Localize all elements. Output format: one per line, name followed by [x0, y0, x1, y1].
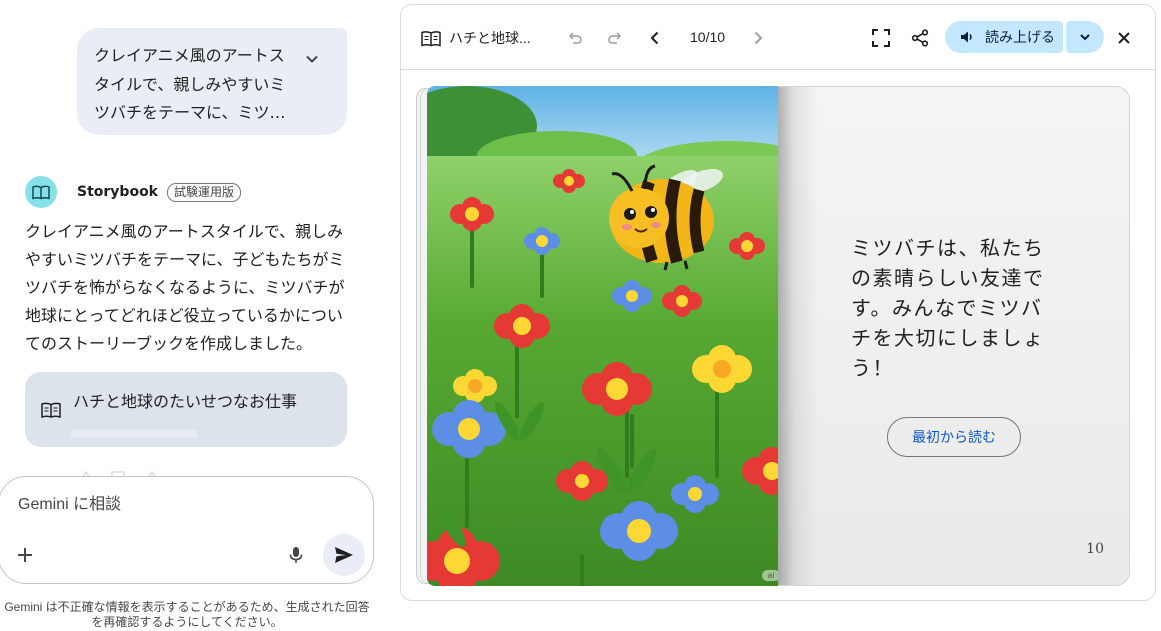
read-aloud-button[interactable]: 読み上げる [945, 21, 1063, 53]
disclaimer-text: Gemini は不正確な情報を表示することがあるため、生成された回答を再確認する… [4, 600, 370, 629]
read-aloud-label: 読み上げる [985, 30, 1055, 46]
storybook-toolbar: ハチと地球... 10/10 読み上げる [401, 5, 1155, 70]
book-icon [25, 176, 57, 208]
prompt-input-box [0, 476, 374, 584]
story-page-text: ミツバチは、私たちの素晴らしい友達です。みんなでミツバチを大切にしましょう！ [851, 236, 1045, 380]
user-message-text: クレイアニメ風のアートスタイルで、親しみやすいミツバチをテーマに、ミツ… [94, 46, 286, 122]
book-icon [421, 30, 441, 47]
chip-loading-bar [71, 430, 197, 438]
chevron-down-icon [1080, 34, 1090, 41]
model-answer-text: クレイアニメ風のアートスタイルで、親しみやすいミツバチをテーマに、子どもたちがミ… [25, 222, 345, 353]
model-header: Storybook 試験運用版 [25, 176, 242, 208]
storybook-title: ハチと地球... [449, 30, 531, 46]
experimental-badge: 試験運用版 [167, 182, 242, 202]
send-icon[interactable] [323, 534, 365, 576]
undo-icon[interactable] [564, 27, 586, 49]
book-icon [41, 401, 61, 419]
fullscreen-icon[interactable] [870, 27, 892, 49]
user-message-bubble: クレイアニメ風のアートスタイルで、親しみやすいミツバチをテーマに、ミツ… [77, 28, 347, 135]
storybook-panel: ハチと地球... 10/10 読み上げる ai ミツバチは、私たちの素晴らしい友… [400, 4, 1156, 601]
storybook-chip-title: ハチと地球のたいせつなお仕事 [73, 392, 298, 411]
text-page: ミツバチは、私たちの素晴らしい友達です。みんなでミツバチを大切にしましょう！ 最… [778, 86, 1130, 586]
page-number: 10 [1086, 541, 1104, 557]
storybook-chip[interactable]: ハチと地球のたいせつなお仕事 [25, 372, 347, 447]
chevron-left-icon[interactable] [644, 27, 666, 49]
illustration-page: ai [427, 86, 779, 586]
plus-icon[interactable] [15, 545, 35, 565]
bee-illustration [427, 86, 779, 586]
close-icon[interactable] [1113, 27, 1135, 49]
storybook-spread: ai ミツバチは、私たちの素晴らしい友達です。みんなでミツバチを大切にしましょう… [416, 86, 1130, 586]
ai-generated-badge: ai [762, 570, 779, 581]
mic-icon[interactable] [287, 545, 305, 565]
chevron-down-icon[interactable] [303, 50, 321, 68]
chevron-right-icon[interactable] [747, 27, 769, 49]
share-icon[interactable] [909, 27, 931, 49]
read-aloud-options-button[interactable] [1066, 21, 1104, 53]
app-root: クレイアニメ風のアートスタイルで、親しみやすいミツバチをテーマに、ミツ… Sto… [0, 0, 1161, 631]
model-name: Storybook [77, 184, 158, 200]
redo-icon[interactable] [604, 27, 626, 49]
prompt-input[interactable] [18, 494, 318, 516]
read-from-start-button[interactable]: 最初から読む [887, 417, 1021, 457]
page-indicator: 10/10 [690, 29, 726, 45]
volume-icon [961, 31, 972, 43]
